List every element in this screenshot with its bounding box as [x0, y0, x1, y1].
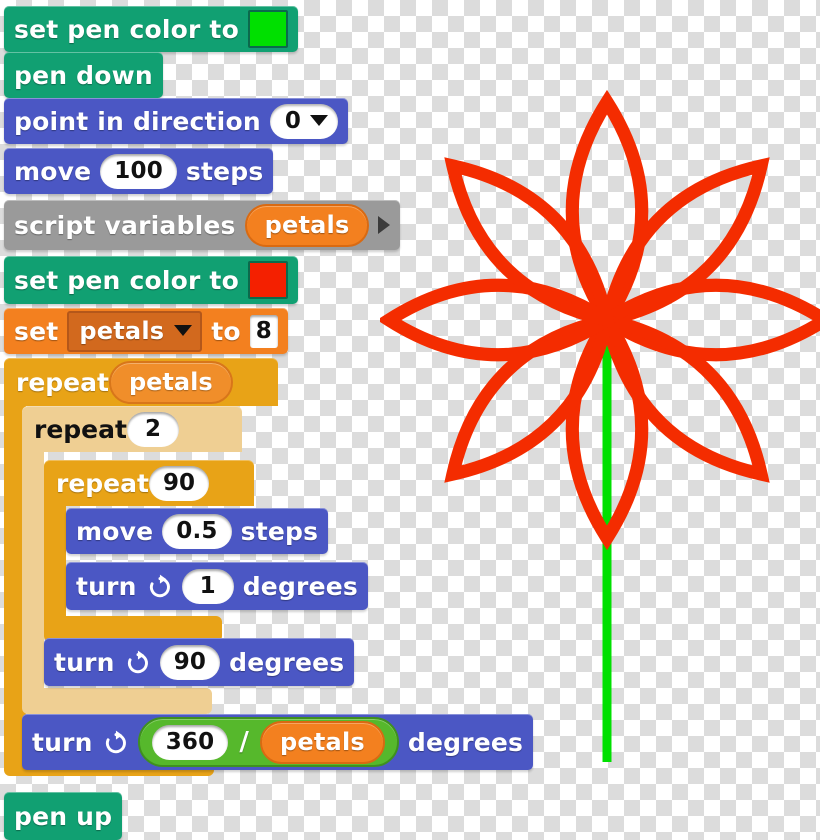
block-label-steps: steps: [240, 516, 319, 546]
cblock-header[interactable]: repeat petals: [4, 358, 278, 406]
move-steps-input[interactable]: 0.5: [162, 513, 232, 549]
block-label: pen down: [14, 60, 153, 90]
direction-dropdown[interactable]: 0: [269, 103, 339, 139]
block-label-turn: turn: [32, 727, 93, 757]
pen-color-swatch-red[interactable]: [247, 261, 288, 299]
turn-degrees-input[interactable]: 1: [181, 568, 234, 604]
move-steps-input[interactable]: 100: [100, 153, 177, 189]
turn-degrees-input[interactable]: 90: [159, 644, 221, 680]
flower-petal: [565, 89, 649, 333]
block-pen-up[interactable]: pen up: [4, 792, 123, 840]
block-label: pen up: [14, 801, 113, 831]
block-label-turn: turn: [76, 571, 137, 601]
turn-clockwise-icon: [146, 573, 173, 600]
block-label-turn: turn: [54, 647, 115, 677]
block-label: set pen color to: [14, 14, 239, 44]
block-label: set pen color to: [14, 265, 239, 295]
set-value-input[interactable]: 8: [249, 314, 278, 348]
chevron-down-icon: [174, 325, 193, 336]
block-point-in-direction[interactable]: point in direction 0: [4, 98, 349, 144]
block-set-petals-to-8[interactable]: set petals to 8: [4, 308, 288, 354]
block-set-pen-color-red[interactable]: set pen color to: [4, 256, 298, 304]
block-script-variables[interactable]: script variables petals: [4, 200, 401, 250]
block-label-move: move: [76, 516, 154, 546]
block-set-pen-color-green[interactable]: set pen color to: [4, 6, 298, 52]
block-move-0point5-steps[interactable]: move 0.5 steps: [66, 508, 329, 554]
flower-petal: [444, 157, 616, 329]
pen-color-swatch-green[interactable]: [247, 10, 288, 48]
turn-clockwise-icon: [102, 729, 129, 756]
block-turn-90-degrees[interactable]: turn 90 degrees: [44, 638, 355, 686]
block-label-repeat: repeat: [56, 468, 149, 498]
block-label-repeat: repeat: [16, 367, 109, 397]
block-label-degrees: degrees: [229, 647, 345, 677]
block-pen-down[interactable]: pen down: [4, 52, 163, 98]
variable-name: petals: [79, 316, 165, 345]
block-label: point in direction: [14, 106, 261, 136]
direction-value: 0: [284, 107, 302, 134]
block-label: script variables: [14, 210, 236, 240]
division-operator-label: /: [239, 727, 250, 757]
cblock-footer: [22, 688, 212, 714]
cblock-spine: [44, 506, 66, 616]
block-turn-1-degrees[interactable]: turn 1 degrees: [66, 562, 368, 610]
repeat-count-input[interactable]: 2: [126, 411, 179, 447]
divisor-variable-petals[interactable]: petals: [260, 720, 385, 764]
block-label-set: set: [14, 316, 59, 346]
flower-petal: [380, 278, 620, 362]
turn-clockwise-icon: [124, 649, 151, 676]
cblock-header[interactable]: repeat 2: [22, 406, 242, 452]
repeat-count-input[interactable]: 90: [148, 465, 209, 501]
cblock-header[interactable]: repeat 90: [44, 460, 254, 506]
flower-output-drawing: [380, 89, 820, 762]
block-label-move: move: [14, 156, 92, 186]
script-variable-petals[interactable]: petals: [244, 203, 370, 247]
block-label-degrees: degrees: [242, 571, 358, 601]
block-move-100-steps[interactable]: move 100 steps: [4, 148, 274, 194]
reporter-division[interactable]: 360 / petals: [137, 717, 399, 767]
repeat-count-variable-petals[interactable]: petals: [108, 360, 233, 404]
variable-dropdown-petals[interactable]: petals: [67, 310, 203, 352]
block-label-repeat: repeat: [34, 414, 127, 444]
dividend-input[interactable]: 360: [151, 724, 229, 760]
cblock-spine: [22, 452, 44, 688]
block-label-steps: steps: [185, 156, 264, 186]
flower-petal: [594, 278, 820, 362]
chevron-down-icon: [310, 115, 329, 126]
block-label-to: to: [211, 316, 241, 346]
